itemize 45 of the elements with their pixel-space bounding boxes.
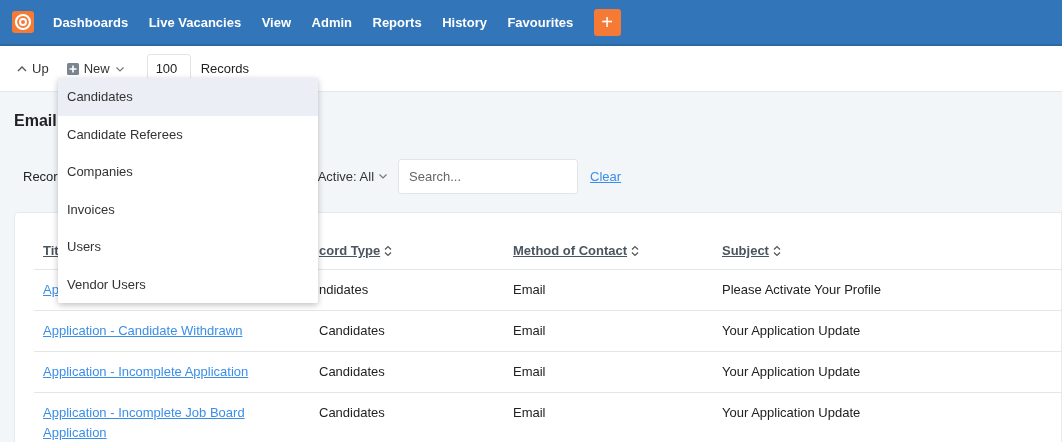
nav-link[interactable]: Favourites	[507, 14, 574, 30]
search-field[interactable]: Search...	[398, 158, 579, 194]
new-button[interactable]: New	[66, 61, 125, 76]
table-cell-text: Candidates	[319, 404, 385, 422]
records-label: Records	[200, 61, 250, 76]
menu-item[interactable]: Users	[58, 228, 318, 266]
logo-icon[interactable]	[11, 10, 35, 34]
template-link[interactable]: Application - Candidate Withdrawn	[43, 321, 243, 341]
column-header[interactable]: Tit	[43, 243, 59, 258]
plus-square-icon	[66, 62, 79, 75]
menu-item[interactable]: Companies	[58, 153, 318, 191]
nav-link[interactable]: Admin	[311, 14, 352, 30]
table-cell-text: Candidates	[319, 363, 385, 381]
sort-icon[interactable]	[631, 244, 640, 257]
table-cell-text: Email	[513, 404, 546, 422]
template-link[interactable]: Ap	[43, 280, 59, 300]
table-cell-text: Email	[513, 363, 546, 381]
menu-item[interactable]: Candidate Referees	[58, 115, 318, 153]
table-cell-text: Your Application Update	[722, 363, 861, 381]
chevron-down-icon	[378, 171, 389, 181]
table-cell-text: Email	[513, 322, 546, 340]
up-button[interactable]: Up	[17, 61, 49, 76]
nav-link[interactable]: Live Vacancies	[148, 14, 242, 30]
table-cell-text: Please Activate Your Profile	[722, 281, 881, 299]
table-cell-text: Email	[513, 281, 546, 299]
nav-link[interactable]: Dashboards	[53, 14, 129, 30]
table-cell-text: Your Application Update	[722, 404, 861, 422]
column-header[interactable]: Subject	[722, 243, 769, 258]
page-title: Email	[14, 111, 57, 131]
column-header[interactable]: Method of Contact	[513, 243, 628, 258]
template-link[interactable]: Application - Incomplete Job Board Application	[43, 403, 286, 442]
nav-link[interactable]: History	[442, 14, 487, 30]
nav-link[interactable]: Reports	[372, 14, 422, 30]
menu-item[interactable]: Invoices	[58, 190, 318, 228]
table-cell-text: Your Application Update	[722, 322, 861, 340]
filter-label: Recor	[23, 168, 58, 184]
table-cell-text: ndidates	[319, 281, 369, 299]
column-header[interactable]: cord Type	[319, 243, 381, 258]
table-cell-text: Candidates	[319, 322, 385, 340]
sort-icon[interactable]	[772, 244, 781, 257]
menu-item[interactable]: Vendor Users	[58, 265, 318, 303]
menu-item[interactable]: Candidates	[58, 78, 318, 116]
sort-icon[interactable]	[384, 244, 393, 257]
template-link[interactable]: Application - Incomplete Application	[43, 362, 249, 382]
nav-link[interactable]: View	[261, 14, 292, 30]
